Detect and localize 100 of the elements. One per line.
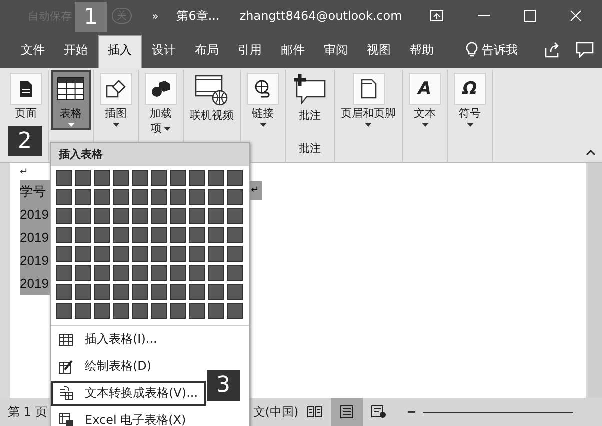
grid-cell[interactable]	[56, 170, 72, 186]
grid-cell[interactable]	[56, 284, 72, 300]
ribbon-button[interactable]: Ω 符号	[450, 70, 490, 130]
grid-cell[interactable]	[227, 170, 243, 186]
grid-cell[interactable]	[132, 265, 148, 281]
grid-cell[interactable]	[56, 246, 72, 262]
grid-cell[interactable]	[113, 303, 129, 319]
grid-cell[interactable]	[75, 170, 91, 186]
grid-cell[interactable]	[94, 189, 110, 205]
menu-item[interactable]: Excel 电子表格(X)	[51, 407, 194, 426]
grid-cell[interactable]	[132, 284, 148, 300]
grid-cell[interactable]	[94, 303, 110, 319]
account-name[interactable]: zhangtt8464@outlook.com	[240, 9, 402, 23]
grid-cell[interactable]	[151, 189, 167, 205]
grid-cell[interactable]	[94, 170, 110, 186]
grid-cell[interactable]	[132, 303, 148, 319]
grid-cell[interactable]	[151, 170, 167, 186]
grid-cell[interactable]	[75, 189, 91, 205]
grid-cell[interactable]	[208, 246, 224, 262]
grid-cell[interactable]	[94, 284, 110, 300]
grid-cell[interactable]	[208, 303, 224, 319]
close-icon[interactable]	[570, 10, 582, 22]
collapse-ribbon-icon[interactable]	[586, 150, 596, 156]
ribbon-button[interactable]: 加载 项	[141, 70, 181, 138]
grid-cell[interactable]	[151, 284, 167, 300]
grid-cell[interactable]	[113, 246, 129, 262]
grid-cell[interactable]	[189, 189, 205, 205]
menu-item[interactable]: 插入表格(I)...	[51, 327, 166, 353]
grid-cell[interactable]	[132, 189, 148, 205]
ribbon-tab[interactable]: 帮助	[401, 36, 443, 64]
grid-cell[interactable]	[189, 170, 205, 186]
grid-cell[interactable]	[94, 208, 110, 224]
ribbon-button[interactable]: 表格	[51, 70, 91, 130]
grid-cell[interactable]	[189, 303, 205, 319]
grid-cell[interactable]	[151, 303, 167, 319]
grid-cell[interactable]	[151, 227, 167, 243]
grid-cell[interactable]	[113, 265, 129, 281]
grid-cell[interactable]	[56, 303, 72, 319]
grid-cell[interactable]	[75, 303, 91, 319]
grid-cell[interactable]	[75, 208, 91, 224]
grid-cell[interactable]	[189, 265, 205, 281]
grid-cell[interactable]	[227, 303, 243, 319]
grid-cell[interactable]	[56, 189, 72, 205]
grid-cell[interactable]	[208, 170, 224, 186]
grid-cell[interactable]	[170, 303, 186, 319]
grid-cell[interactable]	[170, 208, 186, 224]
tell-me-button[interactable]: 告诉我	[452, 42, 518, 58]
grid-cell[interactable]	[75, 227, 91, 243]
grid-cell[interactable]	[170, 189, 186, 205]
grid-cell[interactable]	[227, 189, 243, 205]
grid-cell[interactable]	[56, 227, 72, 243]
grid-cell[interactable]	[189, 208, 205, 224]
grid-cell[interactable]	[113, 284, 129, 300]
grid-cell[interactable]	[132, 208, 148, 224]
grid-cell[interactable]	[75, 246, 91, 262]
ribbon-button[interactable]: 批注	[288, 70, 332, 125]
grid-cell[interactable]	[113, 208, 129, 224]
grid-cell[interactable]	[132, 246, 148, 262]
grid-cell[interactable]	[94, 246, 110, 262]
grid-cell[interactable]	[170, 284, 186, 300]
grid-cell[interactable]	[208, 208, 224, 224]
grid-cell[interactable]	[170, 227, 186, 243]
grid-cell[interactable]	[227, 227, 243, 243]
zoom-out-button[interactable]: −	[406, 405, 417, 419]
grid-cell[interactable]	[94, 227, 110, 243]
ribbon-button[interactable]: 链接	[243, 70, 283, 130]
grid-cell[interactable]	[75, 284, 91, 300]
grid-cell[interactable]	[170, 170, 186, 186]
language-status[interactable]: 文(中国)	[253, 404, 299, 420]
ribbon-tab[interactable]: 审阅	[315, 36, 357, 64]
grid-cell[interactable]	[227, 284, 243, 300]
ribbon-tab[interactable]: 文件	[12, 36, 54, 64]
grid-cell[interactable]	[208, 189, 224, 205]
grid-cell[interactable]	[227, 265, 243, 281]
grid-cell[interactable]	[170, 265, 186, 281]
grid-cell[interactable]	[208, 227, 224, 243]
grid-cell[interactable]	[208, 284, 224, 300]
scrollbar[interactable]	[588, 163, 602, 398]
ribbon-tab[interactable]: 设计	[143, 36, 185, 64]
grid-cell[interactable]	[151, 265, 167, 281]
grid-cell[interactable]	[170, 246, 186, 262]
ribbon-display-icon[interactable]	[430, 10, 444, 22]
comment-icon[interactable]	[576, 42, 594, 58]
ribbon-tab[interactable]: 布局	[186, 36, 228, 64]
grid-cell[interactable]	[113, 227, 129, 243]
ribbon-button[interactable]: 插图	[96, 70, 136, 130]
grid-cell[interactable]	[227, 208, 243, 224]
grid-cell[interactable]	[56, 208, 72, 224]
ribbon-button[interactable]: 联机视频	[186, 70, 238, 125]
ribbon-tab[interactable]: 引用	[229, 36, 271, 64]
grid-cell[interactable]	[113, 170, 129, 186]
grid-cell[interactable]	[132, 170, 148, 186]
grid-cell[interactable]	[151, 246, 167, 262]
grid-cell[interactable]	[132, 227, 148, 243]
grid-cell[interactable]	[208, 265, 224, 281]
page-number[interactable]: 第 1 页	[8, 404, 48, 420]
grid-cell[interactable]	[94, 265, 110, 281]
grid-cell[interactable]	[189, 284, 205, 300]
ribbon-button[interactable]: A 文本	[405, 70, 445, 130]
ribbon-tab[interactable]: 视图	[358, 36, 400, 64]
